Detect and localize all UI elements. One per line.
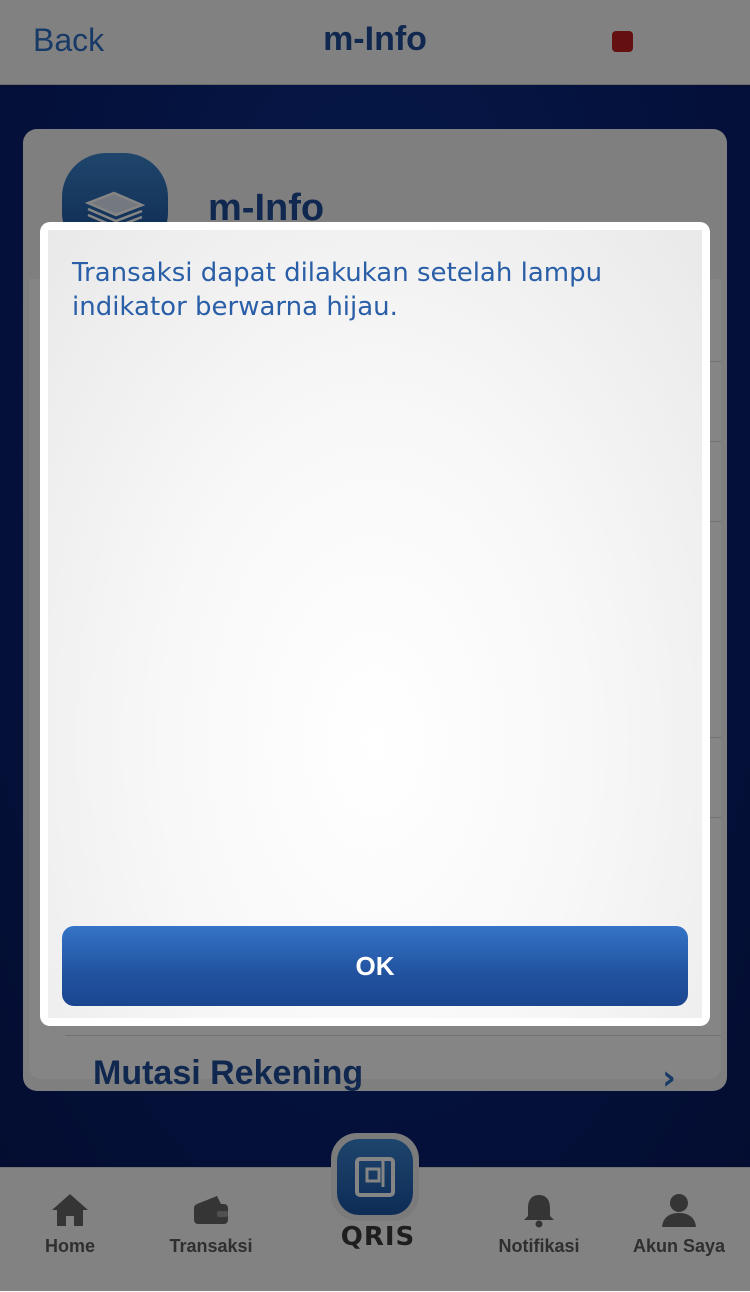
alert-dialog: Transaksi dapat dilakukan setelah lampu … (40, 222, 710, 1026)
ok-button[interactable]: OK (62, 926, 688, 1006)
alert-dialog-body: Transaksi dapat dilakukan setelah lampu … (48, 230, 702, 1018)
alert-message: Transaksi dapat dilakukan setelah lampu … (72, 258, 603, 322)
